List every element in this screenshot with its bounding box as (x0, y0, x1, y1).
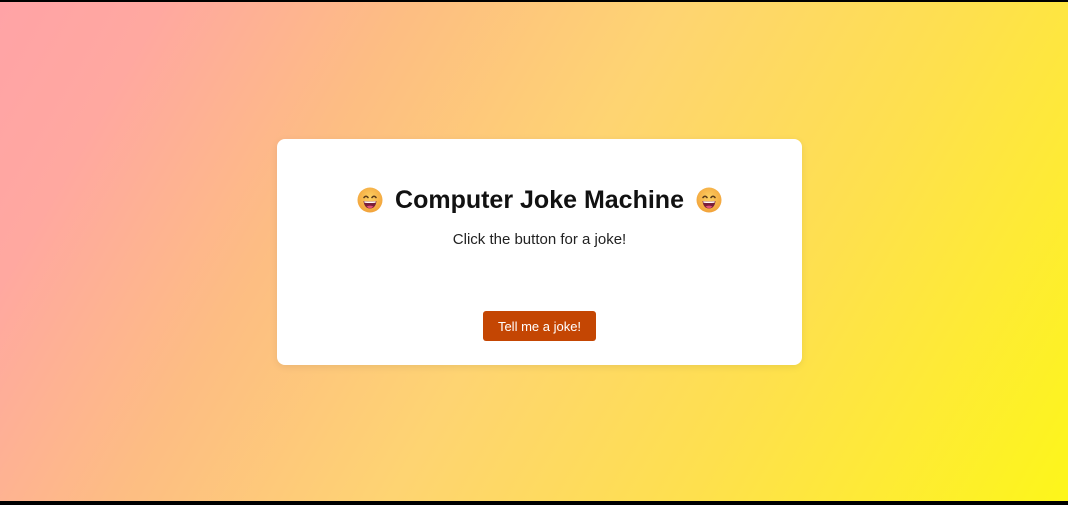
grinning-face-icon (357, 187, 383, 213)
joke-prompt-text: Click the button for a joke! (452, 231, 627, 248)
title-row: Computer Joke Machine (277, 185, 802, 215)
page-background: Computer Joke Machine Click the button f… (0, 2, 1068, 501)
grinning-face-icon (696, 187, 722, 213)
tell-joke-button[interactable]: Tell me a joke! (483, 311, 596, 341)
page-title: Computer Joke Machine (395, 186, 684, 214)
joke-card: Computer Joke Machine Click the button f… (277, 139, 802, 365)
